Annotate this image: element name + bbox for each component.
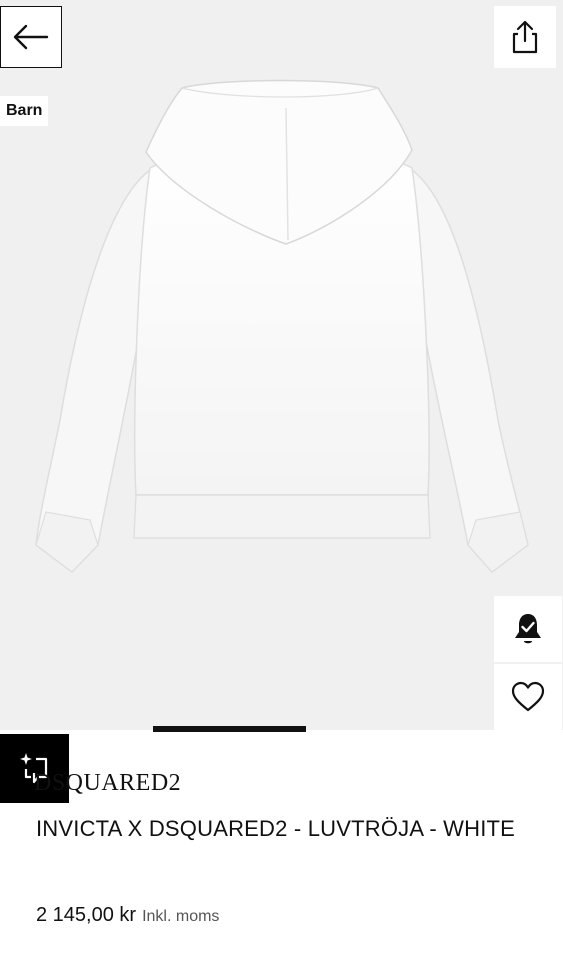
notify-button[interactable] [494, 596, 562, 662]
price-row: 2 145,00 kr Inkl. moms [36, 904, 219, 927]
product-image-carousel[interactable]: Barn [0, 0, 563, 730]
share-icon [512, 20, 538, 54]
brand-name[interactable]: DSQUARED2 [34, 770, 181, 797]
product-title: INVICTA X DSQUARED2 - LUVTRÖJA - WHITE [36, 816, 516, 841]
heart-icon [511, 681, 545, 712]
back-button[interactable] [0, 6, 62, 68]
arrow-left-icon [13, 24, 49, 50]
tax-note: Inkl. moms [142, 908, 220, 925]
category-tag: Barn [0, 96, 49, 126]
wishlist-button[interactable] [494, 664, 562, 730]
carousel-indicator [153, 726, 306, 732]
product-image-hoodie [35, 79, 529, 574]
bell-check-icon [515, 614, 541, 644]
product-price: 2 145,00 kr [36, 904, 137, 926]
share-button[interactable] [494, 6, 556, 68]
